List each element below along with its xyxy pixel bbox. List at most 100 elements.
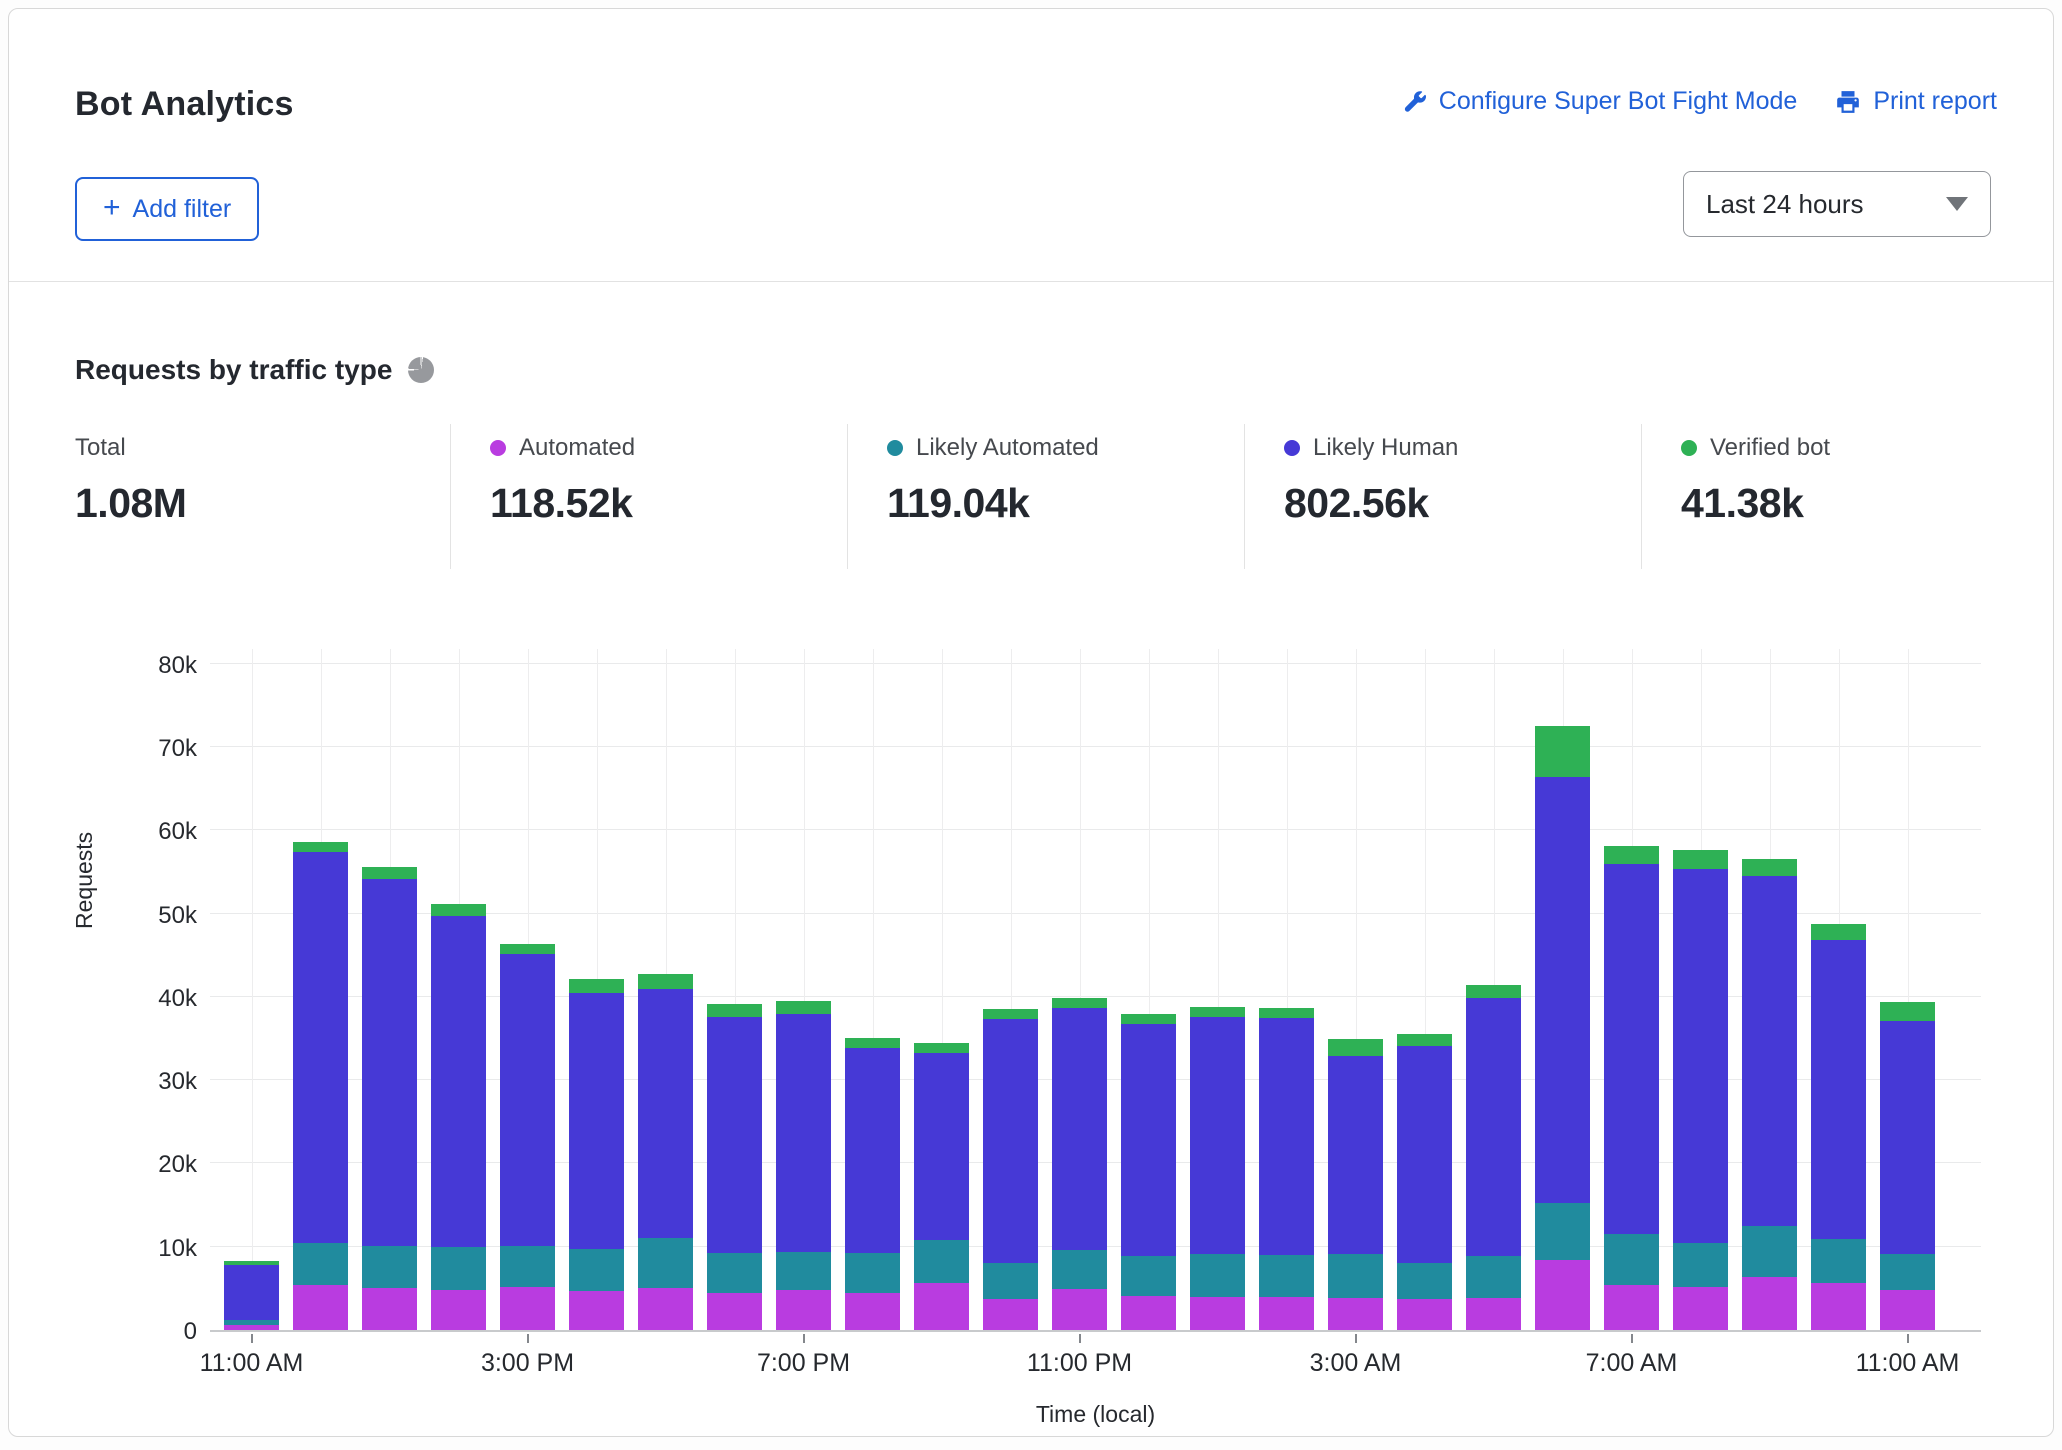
stacked-bar-hour-11[interactable]	[983, 1009, 1038, 1331]
stacked-bar-hour-16[interactable]	[1328, 1039, 1383, 1330]
bar-segment-likely-human[interactable]	[1328, 1056, 1383, 1254]
stacked-bar-hour-20[interactable]	[1604, 846, 1659, 1330]
stacked-bar-hour-8[interactable]	[776, 1001, 831, 1330]
bar-segment-likely-automated[interactable]	[1604, 1234, 1659, 1285]
stacked-bar-hour-6[interactable]	[638, 974, 693, 1330]
bar-segment-automated[interactable]	[1535, 1260, 1590, 1330]
bar-segment-automated[interactable]	[224, 1325, 279, 1330]
bar-segment-likely-automated[interactable]	[1880, 1254, 1935, 1290]
bar-segment-likely-human[interactable]	[1673, 869, 1728, 1243]
bar-segment-likely-human[interactable]	[293, 852, 348, 1243]
bar-segment-likely-human[interactable]	[776, 1014, 831, 1251]
stacked-bar-hour-17[interactable]	[1397, 1034, 1452, 1330]
bar-segment-automated[interactable]	[500, 1287, 555, 1330]
bar-segment-likely-human[interactable]	[431, 916, 486, 1247]
bar-segment-likely-automated[interactable]	[1052, 1250, 1107, 1289]
stacked-bar-hour-0[interactable]	[224, 1261, 279, 1330]
bar-segment-automated[interactable]	[638, 1288, 693, 1330]
bar-segment-automated[interactable]	[1466, 1298, 1521, 1330]
bar-segment-likely-automated[interactable]	[293, 1243, 348, 1285]
bar-segment-verified-bot[interactable]	[776, 1001, 831, 1014]
bar-segment-automated[interactable]	[569, 1291, 624, 1330]
bar-segment-verified-bot[interactable]	[1052, 998, 1107, 1008]
bar-segment-likely-human[interactable]	[569, 993, 624, 1250]
bar-segment-verified-bot[interactable]	[1673, 850, 1728, 868]
bar-segment-likely-automated[interactable]	[1397, 1263, 1452, 1299]
bar-segment-likely-automated[interactable]	[1535, 1203, 1590, 1260]
bar-segment-likely-human[interactable]	[1259, 1018, 1314, 1255]
bar-segment-automated[interactable]	[1880, 1290, 1935, 1330]
stacked-bar-hour-12[interactable]	[1052, 998, 1107, 1330]
bar-segment-automated[interactable]	[1052, 1289, 1107, 1330]
bar-segment-likely-automated[interactable]	[707, 1253, 762, 1294]
bar-segment-verified-bot[interactable]	[1811, 924, 1866, 941]
stacked-bar-hour-15[interactable]	[1259, 1008, 1314, 1330]
bar-segment-likely-human[interactable]	[1121, 1024, 1176, 1256]
bar-segment-likely-human[interactable]	[1742, 876, 1797, 1226]
stacked-bar-hour-14[interactable]	[1190, 1007, 1245, 1330]
bar-segment-likely-automated[interactable]	[224, 1320, 279, 1325]
bar-segment-automated[interactable]	[431, 1290, 486, 1330]
bar-segment-likely-human[interactable]	[983, 1019, 1038, 1262]
bar-segment-likely-automated[interactable]	[1259, 1255, 1314, 1297]
bar-segment-likely-automated[interactable]	[1811, 1239, 1866, 1282]
bar-segment-automated[interactable]	[1604, 1285, 1659, 1330]
bar-segment-likely-automated[interactable]	[776, 1252, 831, 1290]
bar-segment-verified-bot[interactable]	[1535, 726, 1590, 777]
stacked-bar-hour-13[interactable]	[1121, 1014, 1176, 1330]
bar-segment-likely-automated[interactable]	[1121, 1256, 1176, 1296]
bar-segment-likely-automated[interactable]	[569, 1249, 624, 1291]
bar-segment-likely-human[interactable]	[224, 1265, 279, 1320]
bar-segment-likely-automated[interactable]	[1466, 1256, 1521, 1298]
stacked-bar-hour-19[interactable]	[1535, 726, 1590, 1330]
stacked-bar-hour-1[interactable]	[293, 842, 348, 1330]
bar-segment-likely-automated[interactable]	[362, 1246, 417, 1288]
bar-segment-verified-bot[interactable]	[1121, 1014, 1176, 1024]
bar-segment-automated[interactable]	[362, 1288, 417, 1330]
bar-segment-verified-bot[interactable]	[914, 1043, 969, 1053]
bar-segment-automated[interactable]	[1259, 1297, 1314, 1330]
bar-segment-verified-bot[interactable]	[1880, 1002, 1935, 1021]
bar-segment-likely-human[interactable]	[1466, 998, 1521, 1256]
print-report-link[interactable]: Print report	[1835, 87, 1997, 116]
stacked-bar-hour-24[interactable]	[1880, 1002, 1935, 1330]
bar-segment-automated[interactable]	[1811, 1283, 1866, 1330]
bar-segment-likely-human[interactable]	[707, 1017, 762, 1253]
bar-segment-automated[interactable]	[1328, 1298, 1383, 1330]
stacked-bar-hour-22[interactable]	[1742, 859, 1797, 1330]
stacked-bar-hour-4[interactable]	[500, 944, 555, 1330]
stacked-bar-hour-9[interactable]	[845, 1038, 900, 1330]
bar-segment-verified-bot[interactable]	[1466, 985, 1521, 997]
bar-segment-automated[interactable]	[1397, 1299, 1452, 1330]
bar-segment-likely-human[interactable]	[1604, 864, 1659, 1235]
bar-segment-likely-human[interactable]	[1811, 940, 1866, 1239]
stacked-bar-hour-18[interactable]	[1466, 985, 1521, 1330]
bar-segment-automated[interactable]	[293, 1285, 348, 1330]
bar-segment-verified-bot[interactable]	[1328, 1039, 1383, 1056]
bar-segment-verified-bot[interactable]	[1604, 846, 1659, 863]
bar-segment-likely-human[interactable]	[500, 954, 555, 1246]
stacked-bar-hour-3[interactable]	[431, 904, 486, 1330]
bar-segment-likely-automated[interactable]	[1673, 1243, 1728, 1287]
bar-segment-verified-bot[interactable]	[569, 979, 624, 993]
bar-segment-automated[interactable]	[707, 1293, 762, 1330]
bar-segment-verified-bot[interactable]	[1742, 859, 1797, 876]
bar-segment-automated[interactable]	[983, 1299, 1038, 1330]
bar-segment-likely-automated[interactable]	[638, 1238, 693, 1289]
bar-segment-likely-human[interactable]	[1397, 1046, 1452, 1263]
bar-segment-likely-human[interactable]	[845, 1048, 900, 1252]
bar-segment-likely-automated[interactable]	[431, 1247, 486, 1290]
configure-super-bot-fight-mode-link[interactable]: Configure Super Bot Fight Mode	[1403, 87, 1798, 116]
bar-segment-likely-automated[interactable]	[845, 1253, 900, 1294]
bar-segment-likely-human[interactable]	[1190, 1017, 1245, 1254]
bar-segment-automated[interactable]	[1673, 1287, 1728, 1330]
bar-segment-automated[interactable]	[1742, 1277, 1797, 1330]
bar-segment-verified-bot[interactable]	[431, 904, 486, 916]
bar-segment-automated[interactable]	[914, 1283, 969, 1330]
time-range-select[interactable]: Last 24 hours	[1683, 171, 1991, 237]
bar-segment-verified-bot[interactable]	[707, 1004, 762, 1017]
bar-segment-likely-automated[interactable]	[914, 1240, 969, 1283]
bar-segment-likely-automated[interactable]	[1190, 1254, 1245, 1296]
bar-segment-verified-bot[interactable]	[362, 867, 417, 879]
stacked-bar-hour-7[interactable]	[707, 1004, 762, 1331]
